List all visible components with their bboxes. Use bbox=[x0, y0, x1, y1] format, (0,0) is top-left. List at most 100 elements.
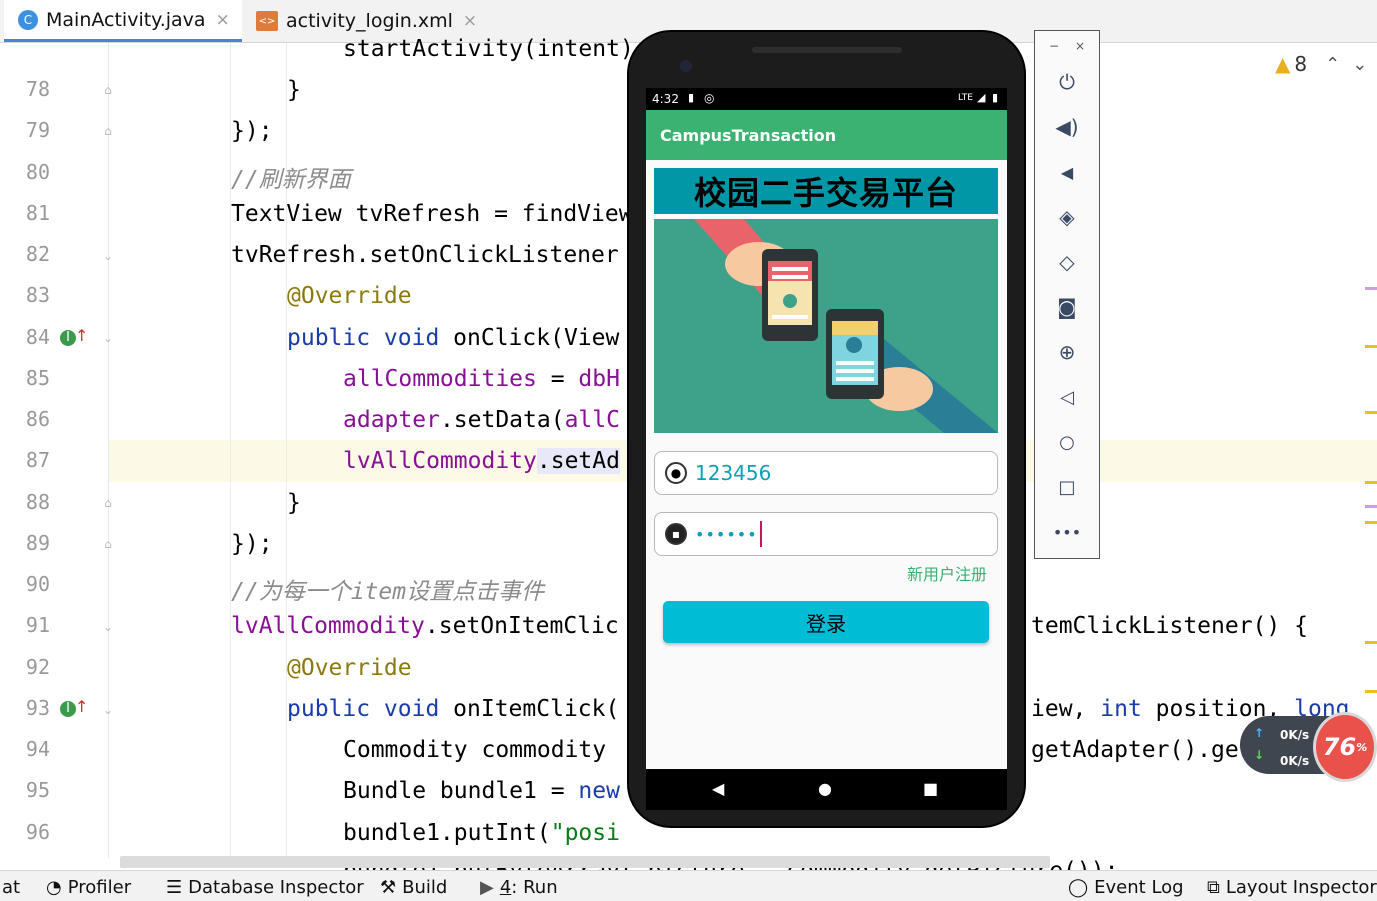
line-number[interactable]: 90 bbox=[0, 572, 50, 596]
fold-icon[interactable]: ⌄ bbox=[101, 249, 115, 263]
code-line-82[interactable]: tvRefresh.setOnClickListener bbox=[231, 242, 619, 268]
code-line-96[interactable]: bundle1.putInt("posi bbox=[343, 820, 620, 846]
line-number[interactable]: 89 bbox=[0, 531, 50, 555]
scroll-marker[interactable] bbox=[1365, 505, 1377, 508]
line-number[interactable]: 82 bbox=[0, 242, 50, 266]
line-number[interactable]: 88 bbox=[0, 490, 50, 514]
inspection-widget[interactable]: ▲ 8 ⌃ ⌄ bbox=[1275, 52, 1367, 76]
run-icon: ▶ bbox=[480, 877, 494, 898]
code-line-78[interactable]: } bbox=[287, 77, 301, 103]
code-line-85[interactable]: allCommodities = dbH bbox=[343, 366, 620, 392]
line-number[interactable]: 84 bbox=[0, 325, 50, 349]
code-line-79[interactable]: }); bbox=[231, 118, 273, 144]
memory-usage-ball[interactable]: 76% bbox=[1313, 712, 1377, 782]
tool-tab-event-log[interactable]: ◯ Event Log bbox=[1068, 877, 1184, 898]
scroll-marker[interactable] bbox=[1365, 345, 1377, 348]
code-line-94[interactable]: Commodity commodity bbox=[343, 737, 606, 763]
code-line-91[interactable]: lvAllCommodity.setOnItemClic bbox=[231, 613, 619, 639]
scroll-marker[interactable] bbox=[1365, 287, 1377, 290]
code-line-89[interactable]: }); bbox=[231, 531, 273, 557]
minimize-icon[interactable]: − bbox=[1049, 39, 1059, 53]
code-line-92[interactable]: @Override bbox=[287, 655, 412, 681]
nav-home-icon[interactable]: ● bbox=[818, 779, 832, 798]
register-link[interactable]: 新用户注册 bbox=[907, 561, 987, 585]
code-line-95[interactable]: Bundle bundle1 = new bbox=[343, 778, 620, 804]
code-line-86[interactable]: adapter.setData(allC bbox=[343, 407, 620, 433]
fold-icon[interactable]: ⌂ bbox=[101, 83, 115, 97]
code-line-88[interactable]: } bbox=[287, 490, 301, 516]
fold-icon[interactable]: ⌄ bbox=[101, 703, 115, 717]
line-number[interactable]: 91 bbox=[0, 613, 50, 637]
line-number[interactable]: 92 bbox=[0, 655, 50, 679]
line-number[interactable]: 86 bbox=[0, 407, 50, 431]
scroll-marker[interactable] bbox=[1365, 411, 1377, 414]
code-line-91-right[interactable]: temClickListener() { bbox=[1031, 613, 1308, 639]
scroll-marker[interactable] bbox=[1365, 641, 1377, 644]
line-number[interactable]: 96 bbox=[0, 820, 50, 844]
phone-exchange-illustration bbox=[694, 219, 998, 433]
line-number[interactable]: 81 bbox=[0, 201, 50, 225]
volume-down-icon[interactable]: ◀ bbox=[1035, 157, 1099, 187]
line-number[interactable]: 83 bbox=[0, 283, 50, 307]
home-icon[interactable]: ○ bbox=[1035, 427, 1099, 457]
override-method-icon[interactable]: I bbox=[60, 701, 76, 717]
overview-icon[interactable]: □ bbox=[1035, 472, 1099, 502]
login-button[interactable]: 登录 bbox=[663, 601, 989, 643]
chevron-down-icon[interactable]: ⌄ bbox=[1352, 54, 1367, 75]
tool-tab-layout-inspector[interactable]: ⧉ Layout Inspector bbox=[1207, 877, 1377, 898]
line-number[interactable]: 78 bbox=[0, 77, 50, 101]
back-icon[interactable]: ◁ bbox=[1035, 382, 1099, 412]
close-icon[interactable]: × bbox=[216, 10, 230, 30]
line-number[interactable]: 94 bbox=[0, 737, 50, 761]
code-line-80[interactable]: //刷新界面 bbox=[231, 160, 351, 194]
code-line-84[interactable]: public void onClick(View bbox=[287, 325, 619, 351]
tool-tab-run[interactable]: ▶ 4: Run bbox=[480, 877, 558, 898]
power-icon[interactable]: ⏻ bbox=[1035, 67, 1099, 97]
fold-icon[interactable]: ⌄ bbox=[101, 620, 115, 634]
fold-icon[interactable]: ⌂ bbox=[101, 537, 115, 551]
fold-icon[interactable]: ⌄ bbox=[101, 331, 115, 345]
fold-icon[interactable]: ⌂ bbox=[101, 496, 115, 510]
scroll-marker[interactable] bbox=[1365, 521, 1377, 524]
tool-tab-profiler[interactable]: ◔ Profiler bbox=[46, 877, 131, 898]
code-line-83[interactable]: @Override bbox=[287, 283, 412, 309]
scroll-marker[interactable] bbox=[1365, 690, 1377, 693]
line-number[interactable]: 80 bbox=[0, 160, 50, 184]
tool-tab-cut[interactable]: at bbox=[2, 877, 20, 898]
java-class-icon: C bbox=[18, 9, 38, 30]
password-field[interactable]: ▪ •••••• bbox=[654, 512, 998, 556]
field-ref: lvAllCommodity bbox=[231, 613, 425, 639]
username-field[interactable]: ● 123456 bbox=[654, 451, 998, 495]
close-icon[interactable]: × bbox=[463, 11, 477, 31]
rotate-left-icon[interactable]: ◈ bbox=[1035, 202, 1099, 232]
code-line-93[interactable]: public void onItemClick( bbox=[287, 696, 619, 722]
line-number[interactable]: 93 bbox=[0, 696, 50, 720]
override-method-icon[interactable]: I bbox=[60, 330, 76, 346]
code-line-90[interactable]: //为每一个item设置点击事件 bbox=[231, 572, 544, 606]
zoom-icon[interactable]: ⊕ bbox=[1035, 337, 1099, 367]
more-icon[interactable]: ••• bbox=[1035, 517, 1099, 547]
code-line-77[interactable]: startActivity(intent) bbox=[343, 36, 634, 62]
horizontal-scrollbar[interactable] bbox=[120, 856, 1050, 868]
rotate-right-icon[interactable]: ◇ bbox=[1035, 247, 1099, 277]
chevron-up-icon[interactable]: ⌃ bbox=[1325, 54, 1340, 75]
signal-icon: ◢ bbox=[977, 91, 986, 104]
fold-icon[interactable]: ⌂ bbox=[101, 124, 115, 138]
nav-overview-icon[interactable]: ■ bbox=[923, 779, 938, 798]
tab-mainactivity-java[interactable]: C MainActivity.java × bbox=[4, 0, 242, 42]
tool-tab-database-inspector[interactable]: ☰ Database Inspector bbox=[166, 877, 364, 898]
tool-tab-label: Layout Inspector bbox=[1225, 877, 1377, 898]
camera-icon[interactable]: ◙ bbox=[1035, 292, 1099, 322]
tool-tab-build[interactable]: ⚒ Build bbox=[380, 877, 447, 898]
code-line-87[interactable]: lvAllCommodity.setAd bbox=[343, 448, 620, 474]
line-number[interactable]: 85 bbox=[0, 366, 50, 390]
nav-back-icon[interactable]: ◀ bbox=[712, 779, 724, 798]
volume-up-icon[interactable]: ◀) bbox=[1035, 112, 1099, 142]
code-line-81[interactable]: TextView tvRefresh = findView bbox=[231, 201, 633, 227]
line-number[interactable]: 95 bbox=[0, 778, 50, 802]
line-number[interactable]: 87 bbox=[0, 448, 50, 472]
line-number[interactable]: 79 bbox=[0, 118, 50, 142]
emulator-screen[interactable]: 4:32 ▮ ◎ LTE ◢ ▮ CampusTransaction 校园二手交… bbox=[646, 88, 1007, 810]
close-icon[interactable]: × bbox=[1075, 39, 1085, 53]
scroll-marker[interactable] bbox=[1365, 481, 1377, 484]
